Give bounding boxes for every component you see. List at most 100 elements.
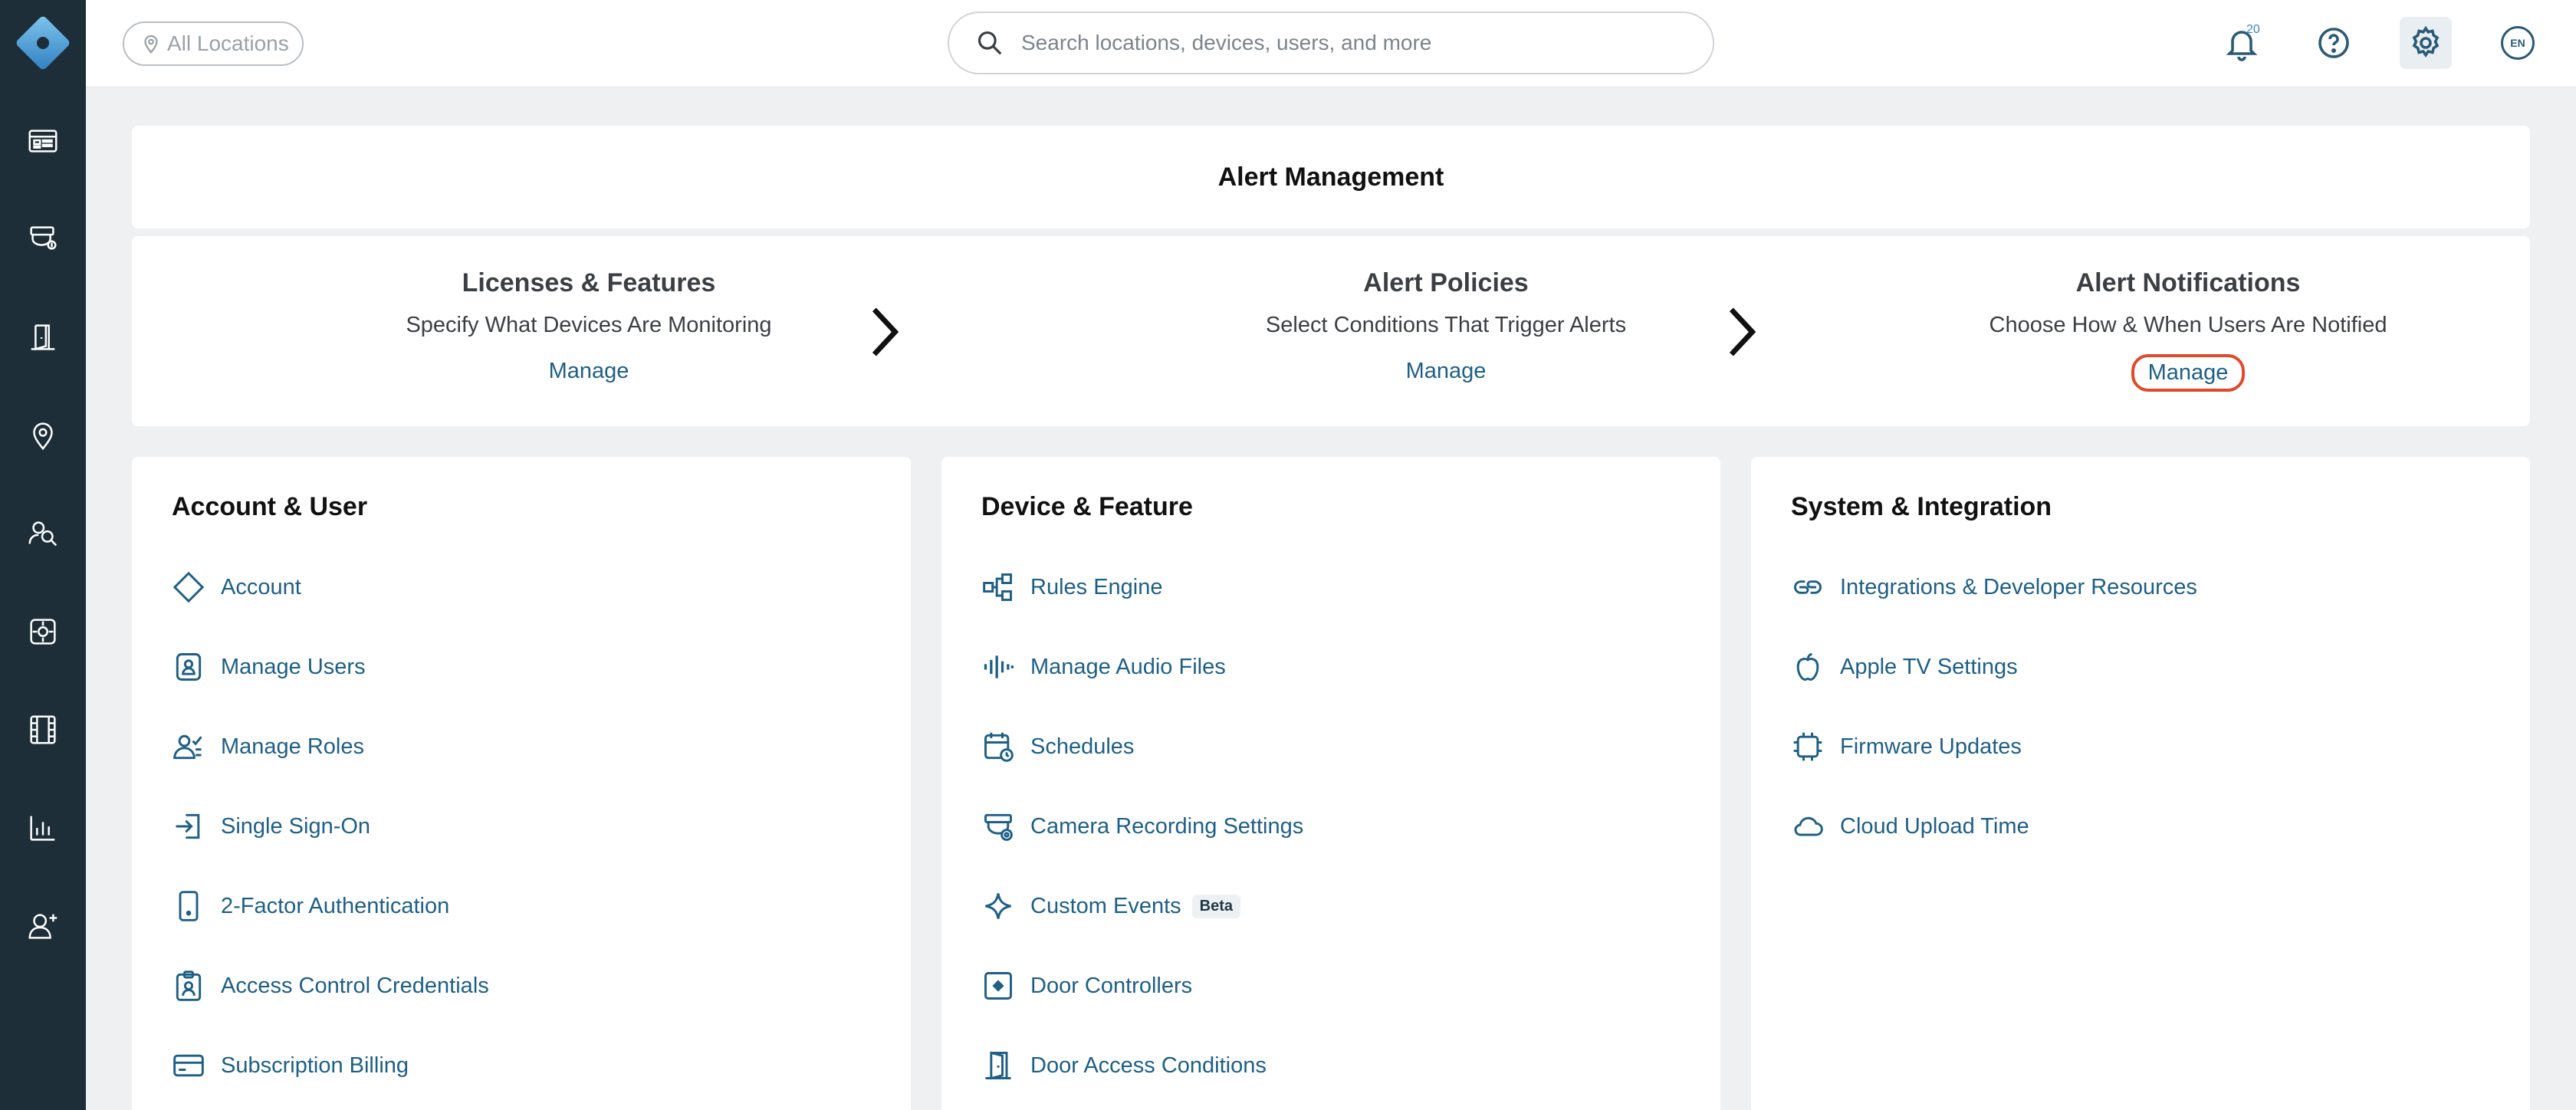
id-badge-icon [176,970,202,1001]
top-bar: All Locations 20 EN [86,0,2576,87]
integrations-link[interactable]: Integrations & Developer Resources [1791,564,2197,610]
manage-alert-notifications-link[interactable]: Manage [2131,354,2246,392]
location-pin-icon [144,34,158,54]
gear-icon [2412,25,2440,58]
access-control-credentials-link[interactable]: Access Control Credentials [172,963,489,1009]
diamond-icon [172,571,205,603]
video-archive-icon[interactable] [0,702,86,757]
calendar-clock-icon [984,732,1014,762]
door-icon[interactable] [0,310,86,365]
add-user-icon[interactable] [0,898,86,954]
beta-badge: Beta [1191,894,1240,918]
single-sign-on-link[interactable]: Single Sign-On [172,803,370,849]
item-label: Apple TV Settings [1840,654,2018,679]
item-label: Manage Users [221,654,366,679]
user-badge-icon [176,653,202,681]
item-label: Integrations & Developer Resources [1840,574,2197,599]
workflow-icon [983,573,1012,601]
step-alert-policies: Alert Policies Select Conditions That Tr… [1178,268,1714,389]
analytics-icon[interactable] [0,800,86,855]
sign-in-icon [176,813,200,839]
credit-card-icon [173,1054,204,1077]
step-title: Alert Notifications [2075,268,2301,297]
language-label: EN [2501,26,2535,60]
help-icon [2318,28,2349,58]
link-chain-icon [1794,580,1822,594]
step-title: Licenses & Features [462,268,716,297]
item-label: Cloud Upload Time [1840,813,2029,839]
manage-licenses-link[interactable]: Manage [534,354,645,389]
rules-engine-link[interactable]: Rules Engine [981,564,1163,610]
item-label: Custom Events [1030,893,1181,918]
cloud-upload-time-link[interactable]: Cloud Upload Time [1791,803,2029,849]
page-title: Alert Management [1217,162,1444,192]
camera-icon[interactable] [0,210,86,265]
location-pin-icon[interactable] [0,408,86,463]
item-label: Manage Roles [221,734,364,759]
location-label: All Locations [167,31,289,55]
item-label: 2-Factor Authentication [221,893,450,918]
notification-count: 20 [2246,23,2260,36]
help-button[interactable] [2308,17,2360,69]
step-description: Specify What Devices Are Monitoring [406,313,772,337]
account-user-card: Account & User Account Manage Users Mana… [132,457,911,1110]
item-label: Rules Engine [1030,574,1163,599]
door-open-icon [985,1051,1011,1080]
subscription-billing-link[interactable]: Subscription Billing [172,1043,409,1089]
system-integration-card: System & Integration Integrations & Deve… [1751,457,2530,1110]
item-label: Schedules [1030,734,1135,759]
camera-recording-settings-link[interactable]: Camera Recording Settings [981,803,1303,849]
manage-audio-files-link[interactable]: Manage Audio Files [981,644,1226,690]
chevron-right-icon [872,307,899,356]
item-label: Single Sign-On [221,813,371,839]
step-title: Alert Policies [1363,268,1529,297]
app-logo[interactable] [0,0,86,86]
apple-icon [1796,653,1819,681]
location-selector[interactable]: All Locations [123,21,304,66]
notifications-button[interactable]: 20 [2216,17,2268,69]
item-label: Account [221,574,301,599]
chevron-right-icon [1729,307,1756,356]
door-controllers-link[interactable]: Door Controllers [981,963,1192,1009]
search-bar[interactable] [948,11,1714,74]
manage-users-link[interactable]: Manage Users [172,644,366,690]
camera-settings-icon [984,813,1013,841]
schedules-link[interactable]: Schedules [981,724,1134,770]
chip-icon [1793,732,1822,761]
cloud-icon [1794,816,1823,836]
step-licenses-features: Licenses & Features Specify What Devices… [320,268,857,389]
door-access-conditions-link[interactable]: Door Access Conditions [981,1043,1267,1089]
search-input[interactable] [1021,31,1681,55]
item-label: Firmware Updates [1840,734,2022,759]
item-label: Camera Recording Settings [1030,813,1304,839]
dashboard-icon[interactable] [0,113,86,169]
user-check-icon [173,734,202,760]
item-label: Door Access Conditions [1030,1053,1267,1078]
manage-roles-link[interactable]: Manage Roles [172,724,364,770]
firmware-updates-link[interactable]: Firmware Updates [1791,724,2022,770]
step-alert-notifications: Alert Notifications Choose How & When Us… [1920,268,2456,392]
account-link[interactable]: Account [172,564,301,610]
step-description: Choose How & When Users Are Notified [1989,313,2387,337]
item-label: Access Control Credentials [221,973,489,998]
item-label: Door Controllers [1030,973,1193,998]
item-label: Subscription Billing [221,1053,409,1078]
language-button[interactable]: EN [2492,17,2544,69]
settings-button[interactable] [2400,17,2452,69]
sidebar [0,0,86,1110]
card-title: Device & Feature [981,492,1193,521]
access-control-icon[interactable] [0,604,86,659]
manage-alert-policies-link[interactable]: Manage [1391,354,1502,389]
two-factor-auth-link[interactable]: 2-Factor Authentication [172,883,449,929]
search-icon [978,31,1002,55]
device-feature-card: Device & Feature Rules Engine Manage Aud… [941,457,1720,1110]
alert-management-steps: Licenses & Features Specify What Devices… [132,236,2530,426]
people-search-icon[interactable] [0,506,86,561]
custom-events-link[interactable]: Custom Events Beta [981,883,1240,929]
apple-tv-settings-link[interactable]: Apple TV Settings [1791,644,2018,690]
door-controller-icon [984,972,1012,1000]
sparkle-icon [985,893,1011,919]
phone-icon [179,891,199,921]
alert-management-header: Alert Management [132,126,2530,228]
card-title: System & Integration [1791,492,2052,521]
